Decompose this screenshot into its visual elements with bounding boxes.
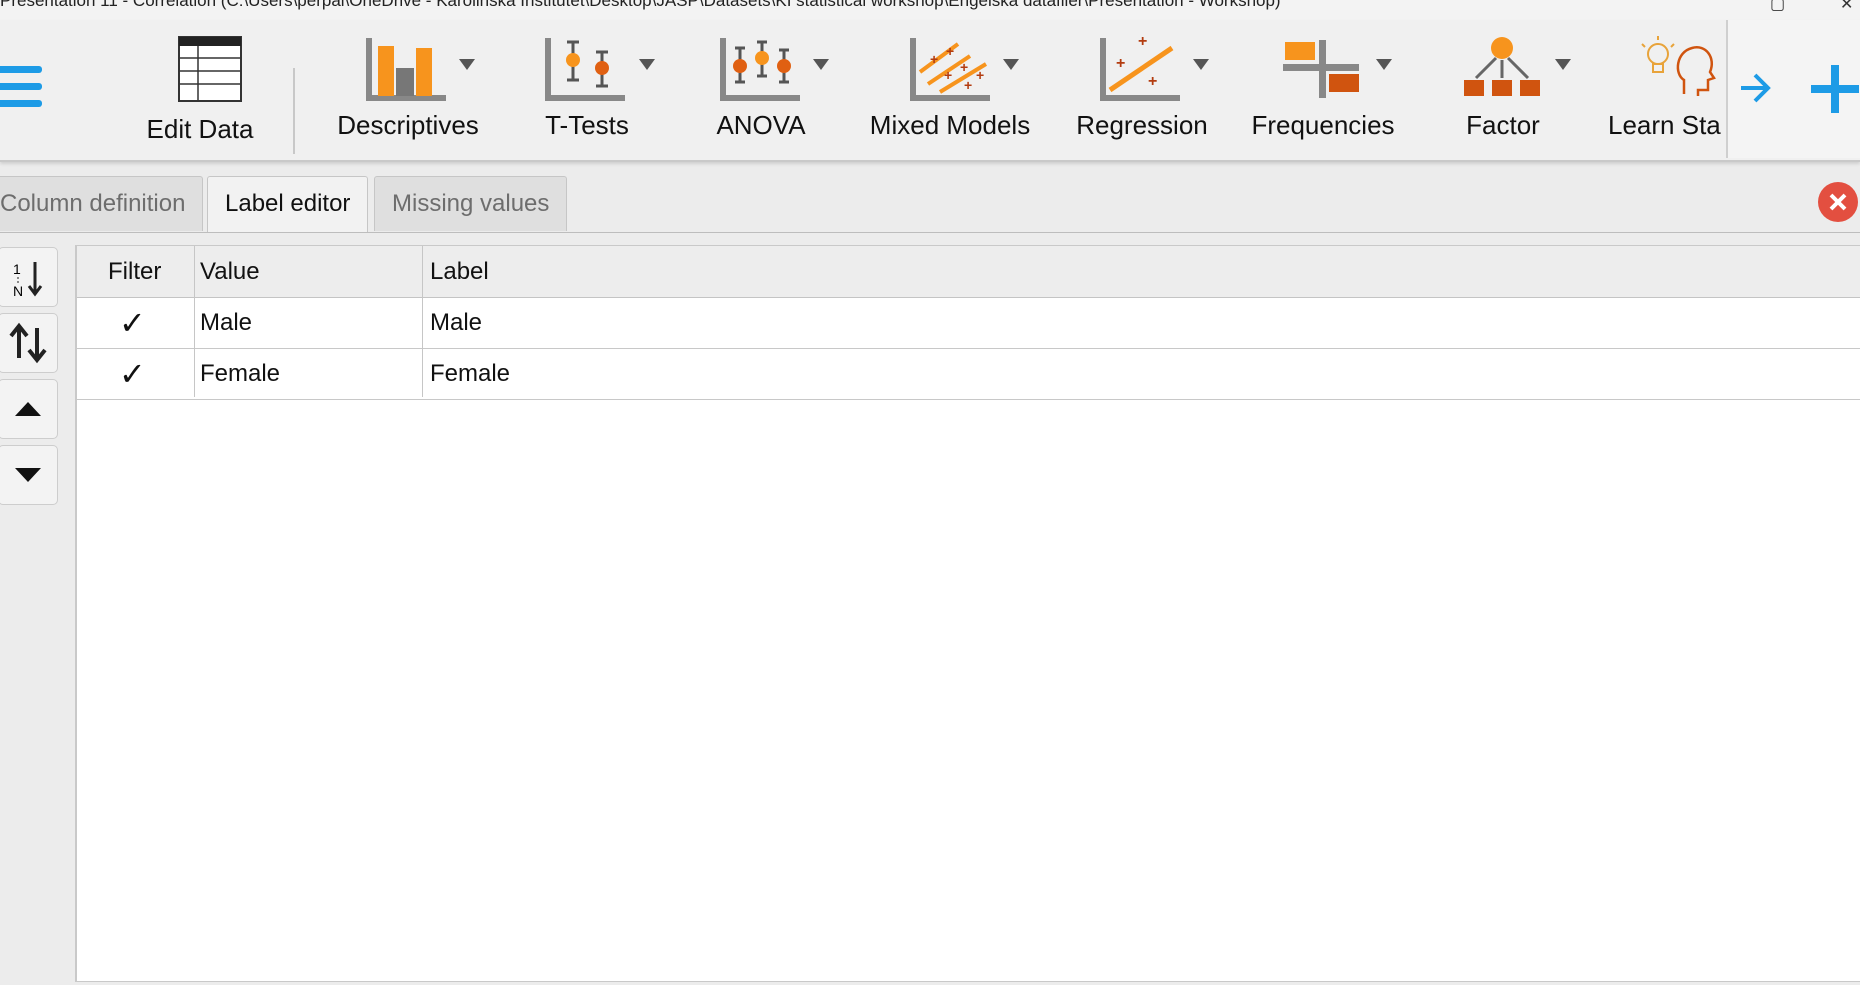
learn-stats-button[interactable]: Learn Sta [1608, 34, 1726, 152]
title-bar: Presentation 11 - Correlation (C:\Users\… [0, 0, 1860, 20]
mixed-models-icon: + + + + ++ [910, 38, 990, 101]
table-icon [178, 36, 242, 102]
label-cell[interactable]: Male [430, 298, 482, 348]
ribbon-toolbar: Edit Data Descriptives T-Tests ANOVA + +… [0, 20, 1860, 162]
header-filter[interactable]: Filter [108, 246, 161, 297]
factor-button[interactable]: Factor [1444, 34, 1571, 152]
chevron-down-icon[interactable] [458, 58, 476, 72]
t-tests-button[interactable]: T-Tests [523, 34, 655, 152]
close-editor-button[interactable] [1818, 182, 1858, 222]
svg-text:+: + [1116, 55, 1125, 72]
reverse-order-button[interactable] [0, 313, 58, 373]
t-tests-label: T-Tests [545, 110, 629, 140]
learn-stats-label: Learn Sta [1608, 110, 1721, 140]
svg-text:+: + [976, 67, 984, 83]
hamburger-menu-icon[interactable] [0, 66, 42, 120]
mixed-models-label: Mixed Models [869, 110, 1031, 140]
window-title: Presentation 11 - Correlation (C:\Users\… [0, 0, 1281, 10]
triangle-up-icon [15, 402, 41, 416]
frequencies-label: Frequencies [1251, 110, 1395, 140]
svg-text:+: + [944, 67, 952, 83]
svg-text:+: + [946, 43, 954, 59]
value-cell: Female [200, 360, 281, 387]
svg-text:+: + [1138, 34, 1147, 50]
descriptives-button[interactable]: Descriptives [328, 34, 488, 152]
chevron-down-icon[interactable] [1002, 58, 1020, 72]
anova-button[interactable]: ANOVA [700, 34, 829, 152]
tab-column-definition[interactable]: Column definition [0, 176, 204, 231]
table-header: Filter Value Label [77, 246, 1860, 298]
sort-ascending-button[interactable]: 1 N [0, 247, 58, 307]
svg-text:+: + [1148, 73, 1157, 90]
descriptives-icon [366, 38, 446, 101]
arrow-right-icon[interactable] [1738, 70, 1772, 106]
tab-divider [0, 232, 1860, 233]
svg-text:+: + [960, 59, 968, 75]
frequencies-icon [1283, 40, 1359, 98]
svg-text:+: + [964, 77, 972, 93]
regression-icon: + + + [1100, 34, 1180, 101]
t-tests-icon [545, 38, 625, 101]
regression-label: Regression [1076, 110, 1208, 140]
column-editor-tabs: Column definition Label editor Missing v… [0, 176, 1860, 234]
sort-numeric-icon: 1 N [13, 261, 43, 299]
maximize-icon[interactable]: ▢ [1770, 0, 1785, 14]
swap-vertical-icon [9, 322, 47, 364]
chevron-down-icon[interactable] [638, 58, 656, 72]
header-value[interactable]: Value [200, 246, 260, 297]
table-row[interactable]: ✓ Male Male [77, 298, 1860, 349]
move-up-button[interactable] [0, 379, 58, 439]
column-divider [422, 246, 423, 397]
chevron-down-icon[interactable] [812, 58, 830, 72]
mixed-models-button[interactable]: + + + + + + Mixed Models [866, 34, 1034, 152]
frequencies-button[interactable]: Frequencies [1247, 34, 1399, 152]
ribbon-separator [293, 68, 295, 154]
regression-button[interactable]: + + + Regression [1072, 34, 1212, 152]
svg-text:N: N [13, 283, 23, 299]
chevron-down-icon[interactable] [1554, 58, 1572, 72]
factor-label: Factor [1466, 110, 1540, 140]
ribbon-right-panel [1726, 20, 1860, 158]
column-divider [194, 246, 195, 397]
svg-text:+: + [930, 51, 938, 67]
filter-checkmark[interactable]: ✓ [119, 349, 146, 399]
label-cell[interactable]: Female [430, 349, 510, 399]
chevron-down-icon[interactable] [1375, 58, 1393, 72]
table-row[interactable]: ✓ Female Female [77, 349, 1860, 400]
svg-text:1: 1 [13, 261, 21, 277]
edit-data-label: Edit Data [146, 114, 254, 144]
header-label[interactable]: Label [430, 246, 489, 297]
tab-label-editor[interactable]: Label editor [207, 176, 369, 232]
lightbulb-head-icon [1641, 36, 1716, 96]
plus-icon[interactable] [1810, 64, 1860, 114]
anova-label: ANOVA [716, 110, 806, 140]
move-down-button[interactable] [0, 445, 58, 505]
chevron-down-icon[interactable] [1192, 58, 1210, 72]
close-window-icon[interactable]: ✕ [1840, 0, 1853, 14]
tab-missing-values[interactable]: Missing values [374, 176, 568, 231]
label-table: Filter Value Label ✓ Male Male ✓ Female … [75, 245, 1860, 982]
close-icon [1829, 193, 1847, 211]
descriptives-label: Descriptives [337, 110, 479, 140]
value-cell: Male [200, 309, 253, 336]
triangle-down-icon [15, 468, 41, 482]
factor-icon [1464, 37, 1540, 96]
anova-icon [720, 38, 800, 101]
filter-checkmark[interactable]: ✓ [119, 298, 146, 348]
edit-data-button[interactable]: Edit Data [130, 34, 270, 152]
